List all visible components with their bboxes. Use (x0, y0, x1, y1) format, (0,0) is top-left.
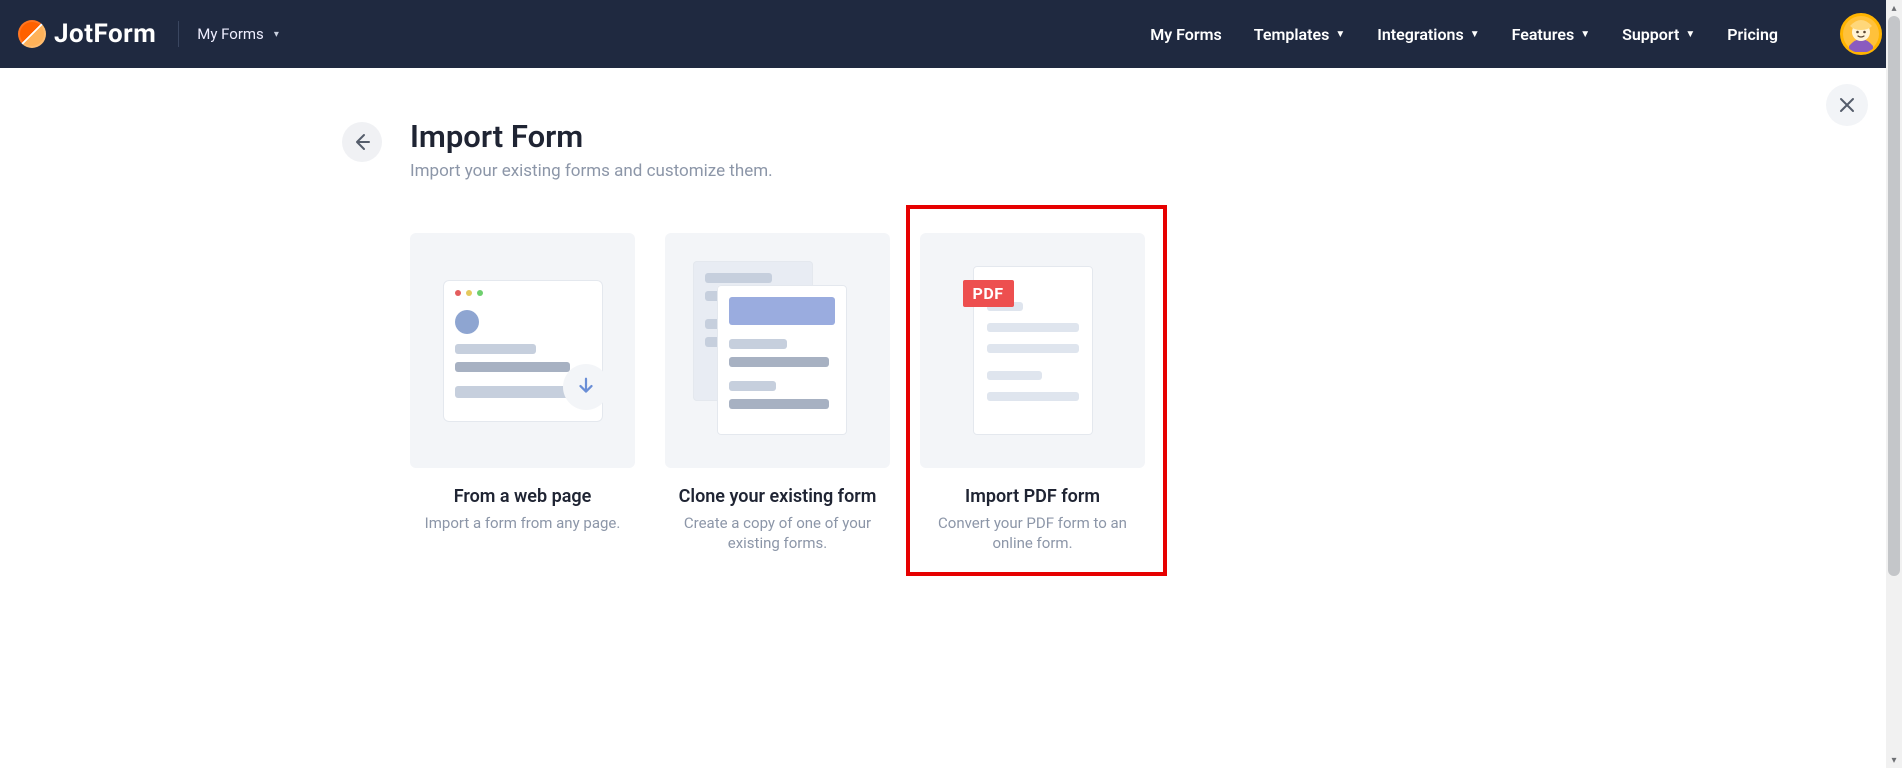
primary-nav: My Forms Templates▼ Integrations▼ Featur… (1150, 13, 1882, 55)
workspace-dropdown[interactable]: My Forms ▾ (197, 25, 279, 43)
card-title: Clone your existing form (665, 486, 890, 507)
chevron-down-icon: ▼ (1685, 29, 1695, 40)
scrollbar[interactable]: ▴ ▾ (1886, 0, 1902, 768)
page-subtitle: Import your existing forms and customize… (410, 161, 773, 181)
clone-sheets-icon (693, 261, 863, 441)
arrow-left-icon (352, 132, 372, 152)
download-icon (563, 364, 609, 410)
chevron-down-icon: ▼ (1335, 29, 1345, 40)
card-title: Import PDF form (920, 486, 1145, 507)
card-import-pdf[interactable]: PDF Import PDF form Convert your PDF for… (920, 233, 1145, 554)
nav-my-forms[interactable]: My Forms (1150, 25, 1222, 44)
scroll-thumb[interactable] (1888, 16, 1900, 576)
logo-text: JotForm (54, 19, 156, 49)
close-button[interactable] (1826, 84, 1868, 126)
page-heading-row: Import Form Import your existing forms a… (342, 118, 1502, 181)
card-desc: Create a copy of one of your existing fo… (665, 513, 890, 554)
scroll-up-button[interactable]: ▴ (1886, 0, 1902, 16)
card-title: From a web page (410, 486, 635, 507)
page-heading-text: Import Form Import your existing forms a… (410, 118, 773, 181)
nav-pricing[interactable]: Pricing (1727, 25, 1778, 44)
header-divider (178, 21, 179, 47)
scroll-down-button[interactable]: ▾ (1886, 752, 1902, 768)
card-desc: Import a form from any page. (410, 513, 635, 533)
avatar-icon (1843, 16, 1879, 52)
nav-templates[interactable]: Templates▼ (1254, 25, 1345, 44)
content-wrap: Import Form Import your existing forms a… (342, 118, 1502, 554)
nav-support[interactable]: Support▼ (1622, 25, 1695, 44)
logo[interactable]: JotForm (18, 19, 156, 49)
avatar[interactable] (1840, 13, 1882, 55)
chevron-down-icon: ▾ (274, 29, 279, 40)
nav-integrations[interactable]: Integrations▼ (1377, 25, 1479, 44)
nav-features[interactable]: Features▼ (1512, 25, 1591, 44)
app-header: JotForm My Forms ▾ My Forms Templates▼ I… (0, 0, 1902, 68)
logo-icon (18, 20, 46, 48)
card-illustration (665, 233, 890, 468)
page: Import Form Import your existing forms a… (0, 68, 1902, 554)
pdf-badge: PDF (963, 280, 1014, 307)
card-from-web-page[interactable]: From a web page Import a form from any p… (410, 233, 635, 554)
pdf-document-icon: PDF (973, 266, 1093, 435)
browser-window-icon (443, 280, 603, 422)
chevron-down-icon: ▼ (1580, 29, 1590, 40)
option-cards: From a web page Import a form from any p… (410, 233, 1502, 554)
card-illustration: PDF (920, 233, 1145, 468)
page-title: Import Form (410, 118, 773, 155)
workspace-label: My Forms (197, 25, 264, 43)
chevron-down-icon: ▼ (1470, 29, 1480, 40)
close-icon (1839, 97, 1855, 113)
back-button[interactable] (342, 122, 382, 162)
card-clone-form[interactable]: Clone your existing form Create a copy o… (665, 233, 890, 554)
card-illustration (410, 233, 635, 468)
card-desc: Convert your PDF form to an online form. (920, 513, 1145, 554)
